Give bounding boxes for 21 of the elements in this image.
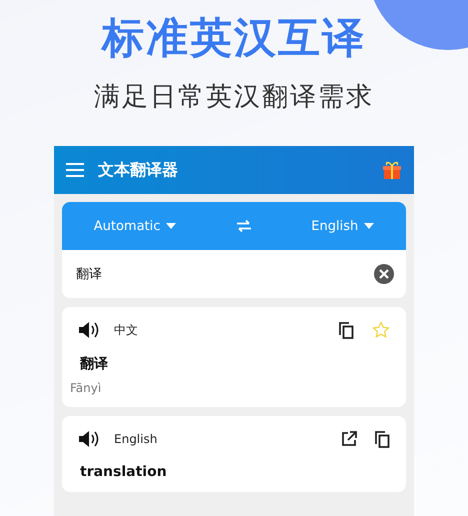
copy-icon[interactable] — [375, 430, 390, 448]
subtitle: 满足日常英汉翻译需求 — [94, 82, 374, 112]
star-icon[interactable] — [372, 321, 390, 339]
speaker-icon[interactable] — [78, 321, 100, 339]
swap-icon[interactable] — [236, 220, 252, 232]
open-external-icon[interactable] — [341, 431, 357, 447]
clear-icon[interactable] — [374, 264, 394, 284]
app-title: 文本翻译器 — [98, 160, 179, 180]
language-label: 中文 — [114, 322, 138, 338]
gift-icon[interactable] — [382, 160, 402, 180]
menu-icon[interactable] — [66, 163, 84, 177]
speaker-icon[interactable] — [78, 430, 100, 448]
language-label: English — [114, 432, 158, 446]
source-language-dropdown[interactable]: Automatic — [90, 214, 180, 238]
translation-text: 翻译 — [80, 355, 109, 373]
target-language-dropdown[interactable]: English — [307, 214, 378, 238]
headline: 标准英汉互译 — [102, 12, 366, 64]
copy-icon[interactable] — [339, 322, 354, 338]
translation-text: translation — [80, 464, 168, 480]
pinyin-text: Fānyì — [70, 381, 102, 395]
input-field[interactable]: 翻译 — [76, 266, 374, 282]
